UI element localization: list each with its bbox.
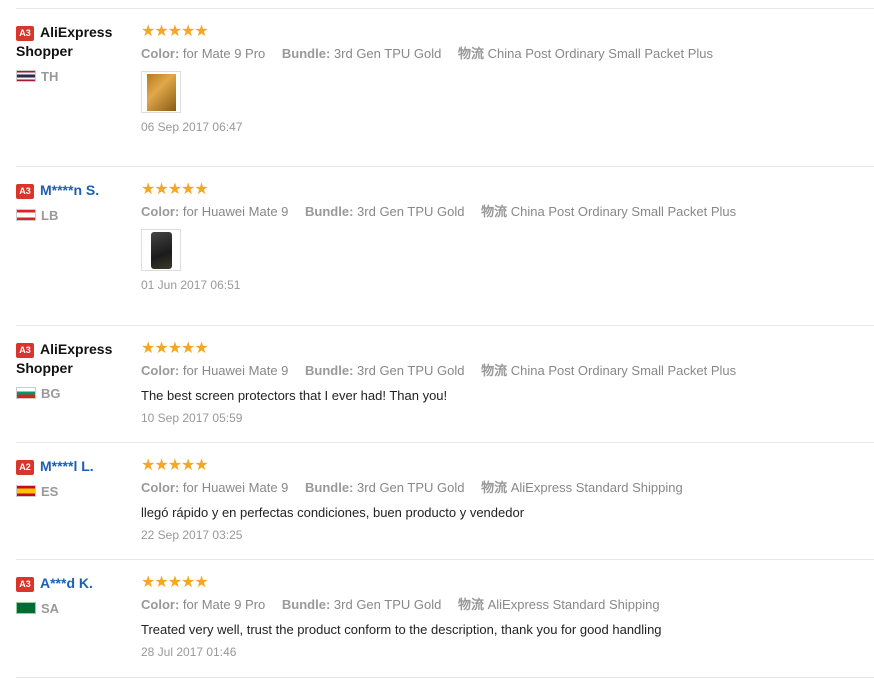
shipping-label: 物流 xyxy=(481,204,508,219)
review-text: llegó rápido y en perfectas condiciones,… xyxy=(141,505,525,520)
star-rating: ★★★★★ xyxy=(141,23,209,40)
review-item: A3 M****n S. LB ★★★★★ Color: for Huawei M… xyxy=(16,166,874,326)
order-attributes: Color: for Huawei Mate 9 Bundle: 3rd Gen… xyxy=(141,204,861,220)
reviewer-info: A3 AliExpress Shopper TH xyxy=(16,23,136,84)
color-value: for Huawei Mate 9 xyxy=(182,480,289,495)
color-label: Color: xyxy=(141,204,180,219)
review-date: 10 Sep 2017 05:59 xyxy=(141,411,243,425)
review-content: ★★★★★ Color: for Mate 9 Pro Bundle: 3rd … xyxy=(141,23,861,134)
reviewer-name: A***d K. xyxy=(40,575,93,591)
review-item: A2 M****l L. ES ★★★★★ Color: for Huawei M… xyxy=(16,442,874,560)
bundle-value: 3rd Gen TPU Gold xyxy=(357,480,465,495)
order-attributes: Color: for Huawei Mate 9 Bundle: 3rd Gen… xyxy=(141,480,861,496)
review-text: The best screen protectors that I ever h… xyxy=(141,388,448,403)
color-value: for Mate 9 Pro xyxy=(182,597,266,612)
flag-icon xyxy=(16,209,36,221)
country-code: ES xyxy=(41,484,59,499)
bundle-value: 3rd Gen TPU Gold xyxy=(357,363,465,378)
order-attributes: Color: for Mate 9 Pro Bundle: 3rd Gen TP… xyxy=(141,597,861,613)
review-content: ★★★★★ Color: for Huawei Mate 9 Bundle: 3… xyxy=(141,181,861,292)
color-value: for Huawei Mate 9 xyxy=(182,204,289,219)
review-date: 06 Sep 2017 06:47 xyxy=(141,120,243,134)
bundle-value: 3rd Gen TPU Gold xyxy=(333,597,442,612)
reviewer-info: A2 M****l L. ES xyxy=(16,457,136,499)
review-text: Treated very well, trust the product con… xyxy=(141,622,662,637)
flag-icon xyxy=(16,387,36,399)
review-date: 22 Sep 2017 03:25 xyxy=(141,528,243,542)
order-attributes: Color: for Mate 9 Pro Bundle: 3rd Gen TP… xyxy=(141,46,861,62)
reviewer-name: M****n S. xyxy=(40,182,100,198)
country-code: LB xyxy=(41,208,59,223)
buyer-level-badge: A3 xyxy=(16,26,34,41)
reviewer-info: A3 AliExpress Shopper BG xyxy=(16,340,136,401)
star-rating: ★★★★★ xyxy=(141,574,209,591)
color-value: for Huawei Mate 9 xyxy=(182,363,289,378)
country-code: BG xyxy=(41,386,61,401)
order-attributes: Color: for Huawei Mate 9 Bundle: 3rd Gen… xyxy=(141,363,861,379)
reviewer-info: A3 M****n S. LB xyxy=(16,181,136,223)
reviewer-country: SA xyxy=(16,601,136,616)
bundle-label: Bundle: xyxy=(281,597,331,612)
country-code: TH xyxy=(41,69,59,84)
review-content: ★★★★★ Color: for Mate 9 Pro Bundle: 3rd … xyxy=(141,574,861,659)
star-rating: ★★★★★ xyxy=(141,181,209,198)
reviewer-country: TH xyxy=(16,69,136,84)
shipping-label: 物流 xyxy=(481,363,508,378)
country-code: SA xyxy=(41,601,60,616)
shipping-label: 物流 xyxy=(457,46,484,61)
star-rating: ★★★★★ xyxy=(141,340,209,357)
bundle-label: Bundle: xyxy=(305,204,354,219)
buyer-level-badge: A2 xyxy=(16,460,34,475)
color-label: Color: xyxy=(141,597,180,612)
review-content: ★★★★★ Color: for Huawei Mate 9 Bundle: 3… xyxy=(141,457,861,542)
reviewer-country: BG xyxy=(16,386,136,401)
color-label: Color: xyxy=(141,480,180,495)
bundle-label: Bundle: xyxy=(281,46,331,61)
bundle-label: Bundle: xyxy=(305,363,354,378)
buyer-level-badge: A3 xyxy=(16,184,34,199)
shipping-value: AliExpress Standard Shipping xyxy=(510,480,683,495)
flag-icon xyxy=(16,485,36,497)
review-content: ★★★★★ Color: for Huawei Mate 9 Bundle: 3… xyxy=(141,340,861,425)
shipping-value: China Post Ordinary Small Packet Plus xyxy=(510,363,737,378)
shipping-value: China Post Ordinary Small Packet Plus xyxy=(487,46,714,61)
review-item: A3 AliExpress Shopper TH ★★★★★ Color: for… xyxy=(16,8,874,167)
shipping-value: AliExpress Standard Shipping xyxy=(487,597,660,612)
review-date: 01 Jun 2017 06:51 xyxy=(141,278,241,292)
review-item: A3 AliExpress Shopper BG ★★★★★ Color: for… xyxy=(16,325,874,443)
reviewer-name: M****l L. xyxy=(40,458,94,474)
color-label: Color: xyxy=(141,46,180,61)
bundle-label: Bundle: xyxy=(305,480,354,495)
flag-icon xyxy=(16,70,36,82)
shipping-value: China Post Ordinary Small Packet Plus xyxy=(510,204,737,219)
reviewer-country: LB xyxy=(16,208,136,223)
star-rating: ★★★★★ xyxy=(141,457,209,474)
buyer-level-badge: A3 xyxy=(16,577,34,592)
color-label: Color: xyxy=(141,363,180,378)
color-value: for Mate 9 Pro xyxy=(182,46,266,61)
review-photo-thumbnail[interactable] xyxy=(141,71,181,113)
bundle-value: 3rd Gen TPU Gold xyxy=(357,204,465,219)
reviewer-info: A3 A***d K. SA xyxy=(16,574,136,616)
buyer-level-badge: A3 xyxy=(16,343,34,358)
reviewer-country: ES xyxy=(16,484,136,499)
review-date: 28 Jul 2017 01:46 xyxy=(141,645,237,659)
flag-icon xyxy=(16,602,36,614)
shipping-label: 物流 xyxy=(481,480,508,495)
review-item: A3 A***d K. SA ★★★★★ Color: for Mate 9 Pr… xyxy=(16,559,874,678)
shipping-label: 物流 xyxy=(457,597,484,612)
bundle-value: 3rd Gen TPU Gold xyxy=(333,46,442,61)
review-photo-thumbnail[interactable] xyxy=(141,229,181,271)
